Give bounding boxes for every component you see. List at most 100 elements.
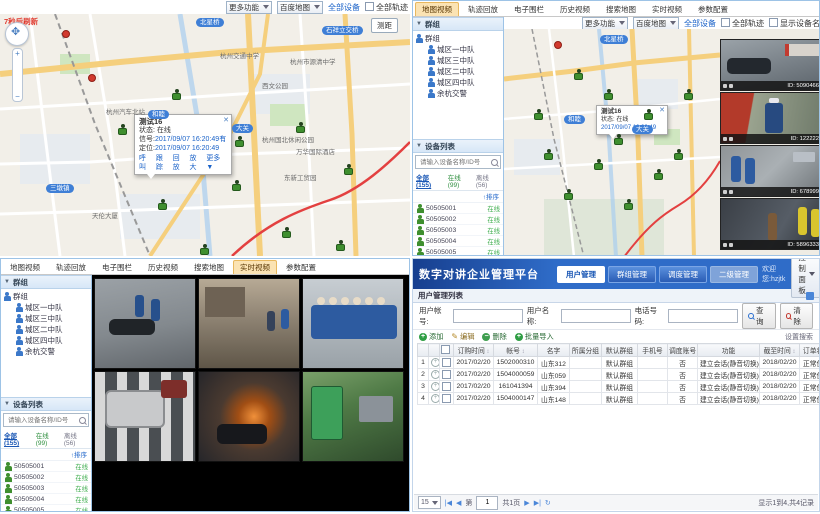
playback-link[interactable]: 回放: [173, 154, 187, 172]
tree-item-2[interactable]: 城区三中队: [415, 55, 501, 66]
tab-2[interactable]: 轨迹回放: [49, 260, 93, 274]
col-1[interactable]: 订购时间 ↕: [454, 344, 494, 357]
tree-item-4[interactable]: 城区四中队: [415, 77, 501, 88]
tree-item-4[interactable]: 城区四中队: [3, 335, 89, 346]
filter-offline[interactable]: 离线(56): [476, 172, 500, 189]
map-type-dropdown[interactable]: 百度地图: [633, 17, 679, 29]
all-devices-link[interactable]: 全部设备: [328, 2, 360, 13]
device-marker-icon[interactable]: [235, 136, 244, 147]
video-feed-2[interactable]: [198, 278, 300, 369]
device-marker-icon[interactable]: [614, 134, 623, 145]
col-5[interactable]: 默认群组: [602, 344, 638, 357]
device-marker-icon[interactable]: [564, 189, 573, 200]
col-10[interactable]: 订单状态: [800, 344, 820, 357]
device-list-item[interactable]: 50505002在线: [413, 214, 503, 225]
device-marker-icon[interactable]: [544, 149, 553, 160]
baidu-map-small[interactable]: 测试16 ✕ 状态: 在线 2017/09/07 16:20:49 北星桥和睦大…: [504, 29, 720, 256]
device-list-item[interactable]: 50505003在线: [413, 225, 503, 236]
account-input[interactable]: [453, 309, 523, 323]
device-marker-icon[interactable]: [534, 109, 543, 120]
sort-arrow-icon[interactable]: ↕: [791, 349, 796, 355]
page-number-input[interactable]: [476, 496, 498, 510]
device-search-input[interactable]: [418, 158, 491, 167]
device-list-item[interactable]: 50505001在线: [413, 203, 503, 214]
filter-online[interactable]: 在线(99): [36, 430, 60, 447]
tree-root-item[interactable]: 群组: [415, 33, 501, 44]
row-checkbox[interactable]: [442, 370, 451, 379]
collapse-arrow-icon[interactable]: ▼: [4, 279, 10, 285]
settings-search-link[interactable]: 设置搜索: [785, 332, 813, 342]
sort-link[interactable]: ↑排序: [483, 191, 499, 201]
nav-4[interactable]: 二级管理: [710, 266, 758, 283]
device-marker-icon[interactable]: [344, 164, 353, 175]
track-link[interactable]: 跟踪: [156, 154, 170, 172]
tree-item-5[interactable]: 余杭交警: [415, 88, 501, 99]
col-4[interactable]: 所属分组: [570, 344, 602, 357]
row-checkbox[interactable]: [442, 382, 451, 391]
collapse-section-icon[interactable]: [806, 292, 814, 300]
checkbox-icon[interactable]: [365, 2, 374, 11]
more-functions-dropdown[interactable]: 更多功能: [226, 1, 272, 14]
all-tracks-checkbox-group[interactable]: 全部轨迹: [365, 2, 408, 13]
tab-7[interactable]: 参数配置: [691, 2, 735, 16]
device-list-item[interactable]: 50505004在线: [413, 236, 503, 247]
filter-offline[interactable]: 离线(56): [64, 430, 88, 447]
video-thumbnail[interactable]: ID: 5896333: [720, 198, 820, 250]
tree-item-3[interactable]: 城区二中队: [3, 324, 89, 335]
zoom-in-icon[interactable]: +: [13, 49, 22, 58]
device-marker-icon[interactable]: [172, 89, 181, 100]
phone-input[interactable]: [668, 309, 738, 323]
col-6[interactable]: 手机号: [638, 344, 668, 357]
page-size-select[interactable]: 15: [418, 496, 441, 509]
tab-6[interactable]: 实时视频: [645, 2, 689, 16]
video-feed-3[interactable]: [302, 278, 404, 369]
tab-2[interactable]: 轨迹回放: [461, 2, 505, 16]
table-row[interactable]: 2+2017/02/201504000059山东059默认群组否建立会话(静音切…: [418, 369, 820, 381]
device-marker-icon[interactable]: [118, 124, 127, 135]
video-feed-4[interactable]: [94, 371, 196, 462]
tab-6[interactable]: 实时视频: [233, 260, 277, 274]
video-feed-5[interactable]: [198, 371, 300, 462]
device-marker-icon[interactable]: [594, 159, 603, 170]
tab-7[interactable]: 参数配置: [279, 260, 323, 274]
device-list-item[interactable]: 50505005在线: [413, 247, 503, 256]
map-zoom-slider[interactable]: +−: [12, 48, 23, 102]
tab-1[interactable]: 地图视频: [3, 260, 47, 274]
checkbox-icon[interactable]: [769, 18, 778, 27]
zoom-link[interactable]: 放大: [189, 154, 203, 172]
tab-3[interactable]: 电子围栏: [507, 2, 551, 16]
table-row[interactable]: 4+2017/02/201504000147山东148默认群组否建立会话(静音切…: [418, 393, 820, 405]
prev-page-button[interactable]: ◀: [456, 499, 461, 507]
close-icon[interactable]: ✕: [223, 116, 229, 125]
device-marker-icon[interactable]: [684, 89, 693, 100]
filter-all[interactable]: 全部(155): [4, 430, 32, 447]
group-panel-header[interactable]: ▼群组: [413, 17, 503, 31]
edit-button[interactable]: ✎编辑: [451, 332, 474, 342]
tree-item-2[interactable]: 城区三中队: [3, 313, 89, 324]
device-list-item[interactable]: 50505003在线: [1, 483, 91, 494]
device-marker-icon[interactable]: [674, 149, 683, 160]
device-search-box[interactable]: [415, 155, 501, 169]
table-row[interactable]: 3+2017/02/20161041394山东394默认群组否建立会话(静音切换…: [418, 381, 820, 393]
col-9[interactable]: 截至时间 ↕: [760, 344, 800, 357]
video-feed-6[interactable]: [302, 371, 404, 462]
sort-link[interactable]: ↑排序: [71, 449, 87, 459]
delete-button[interactable]: −删除: [482, 332, 506, 342]
next-page-button[interactable]: ▶: [524, 499, 529, 507]
tree-item-5[interactable]: 余杭交警: [3, 346, 89, 357]
batch-import-button[interactable]: +批量导入: [515, 332, 554, 342]
collapse-arrow-icon[interactable]: ▼: [4, 401, 10, 407]
zoom-out-icon[interactable]: −: [13, 92, 22, 101]
tab-4[interactable]: 历史视频: [553, 2, 597, 16]
collapse-arrow-icon[interactable]: ▼: [416, 143, 422, 149]
device-marker-icon[interactable]: [336, 240, 345, 251]
more-functions-dropdown[interactable]: 更多功能: [582, 17, 628, 29]
username-input[interactable]: [561, 309, 631, 323]
nav-2[interactable]: 群组管理: [608, 266, 656, 283]
device-marker-icon[interactable]: [654, 169, 663, 180]
video-thumbnail[interactable]: ID: 5090466: [720, 39, 820, 91]
all-tracks-checkbox-group[interactable]: 全部轨迹: [721, 18, 764, 29]
search-icon[interactable]: [491, 159, 498, 166]
tab-1[interactable]: 地图视频: [415, 2, 459, 16]
nav-3[interactable]: 调度管理: [659, 266, 707, 283]
